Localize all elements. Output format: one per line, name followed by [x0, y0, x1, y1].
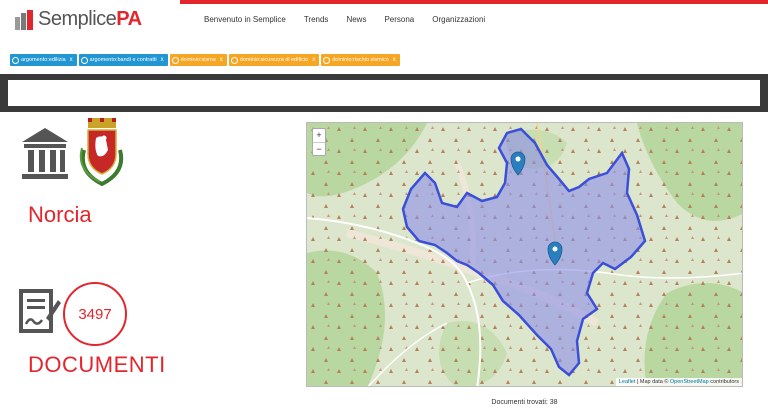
filter-tag[interactable]: argomento:bandi e contratti x: [78, 54, 168, 66]
document-count: 3497: [63, 282, 127, 346]
tag-remove-icon[interactable]: x: [220, 57, 223, 63]
tag-label: argomento:bandi e contratti: [89, 57, 157, 63]
coat-of-arms-icon: [79, 118, 124, 186]
filter-tag[interactable]: dominio:rischio sismico x: [321, 54, 400, 66]
tag-icon: [230, 56, 238, 64]
tag-remove-icon[interactable]: x: [393, 57, 396, 63]
header-accent-bar: [180, 0, 768, 4]
attribution-tail: contributors: [708, 379, 739, 385]
document-signature-icon: [19, 289, 61, 333]
logo[interactable]: SemplicePA: [14, 8, 142, 31]
institution-icon: [22, 128, 68, 179]
tag-label: dominio:sicurezza di edificio: [239, 57, 309, 63]
attribution-separator: | Map data ©: [635, 379, 670, 385]
tag-remove-icon[interactable]: x: [312, 57, 315, 63]
tag-remove-icon[interactable]: x: [161, 57, 164, 63]
documents-label: DOCUMENTI: [28, 352, 166, 377]
nav-benvenuto[interactable]: Benvenuto in Semplice: [204, 15, 286, 24]
filter-tag[interactable]: dominio:sicurezza di edificio x: [228, 54, 320, 66]
header: SemplicePA Benvenuto in Semplice Trends …: [0, 0, 768, 42]
nav-trends[interactable]: Trends: [304, 15, 329, 24]
search-bar: [0, 74, 768, 112]
nav-organizzazioni[interactable]: Organizzazioni: [432, 15, 485, 24]
tag-icon: [171, 56, 179, 64]
nav-news[interactable]: News: [346, 15, 366, 24]
map-attribution: Leaflet | Map data © OpenStreetMap contr…: [615, 378, 742, 386]
filter-tag[interactable]: dominio:sisma x: [169, 54, 227, 66]
logo-text: SemplicePA: [38, 8, 142, 30]
zoom-out-button[interactable]: −: [313, 142, 325, 155]
tag-label: dominio:rischio sismico: [332, 57, 389, 63]
filter-tag[interactable]: argomento:edilizia x: [10, 54, 77, 66]
map-tiles: [307, 123, 742, 386]
osm-link[interactable]: OpenStreetMap: [670, 379, 709, 385]
search-input[interactable]: [8, 80, 760, 106]
map[interactable]: + − Leaflet | Map data © OpenStreetMap c…: [306, 122, 743, 387]
tag-label: argomento:edilizia: [21, 57, 66, 63]
nav-persona[interactable]: Persona: [384, 15, 414, 24]
main-nav: Benvenuto in Semplice Trends News Person…: [204, 15, 503, 24]
entity-name: Norcia: [28, 202, 92, 227]
tag-remove-icon[interactable]: x: [70, 57, 73, 63]
zoom-control: + −: [312, 128, 326, 156]
logo-icon: [15, 9, 33, 30]
tag-icon: [12, 56, 19, 64]
tag-label: dominio:sisma: [180, 57, 216, 63]
zoom-in-button[interactable]: +: [313, 129, 325, 142]
filter-tags: argomento:edilizia x argomento:bandi e c…: [10, 54, 400, 66]
documents-found: Documenti trovati: 38: [491, 399, 558, 406]
leaflet-link[interactable]: Leaflet: [619, 379, 636, 385]
tag-icon: [323, 56, 331, 64]
tag-icon: [80, 56, 88, 64]
